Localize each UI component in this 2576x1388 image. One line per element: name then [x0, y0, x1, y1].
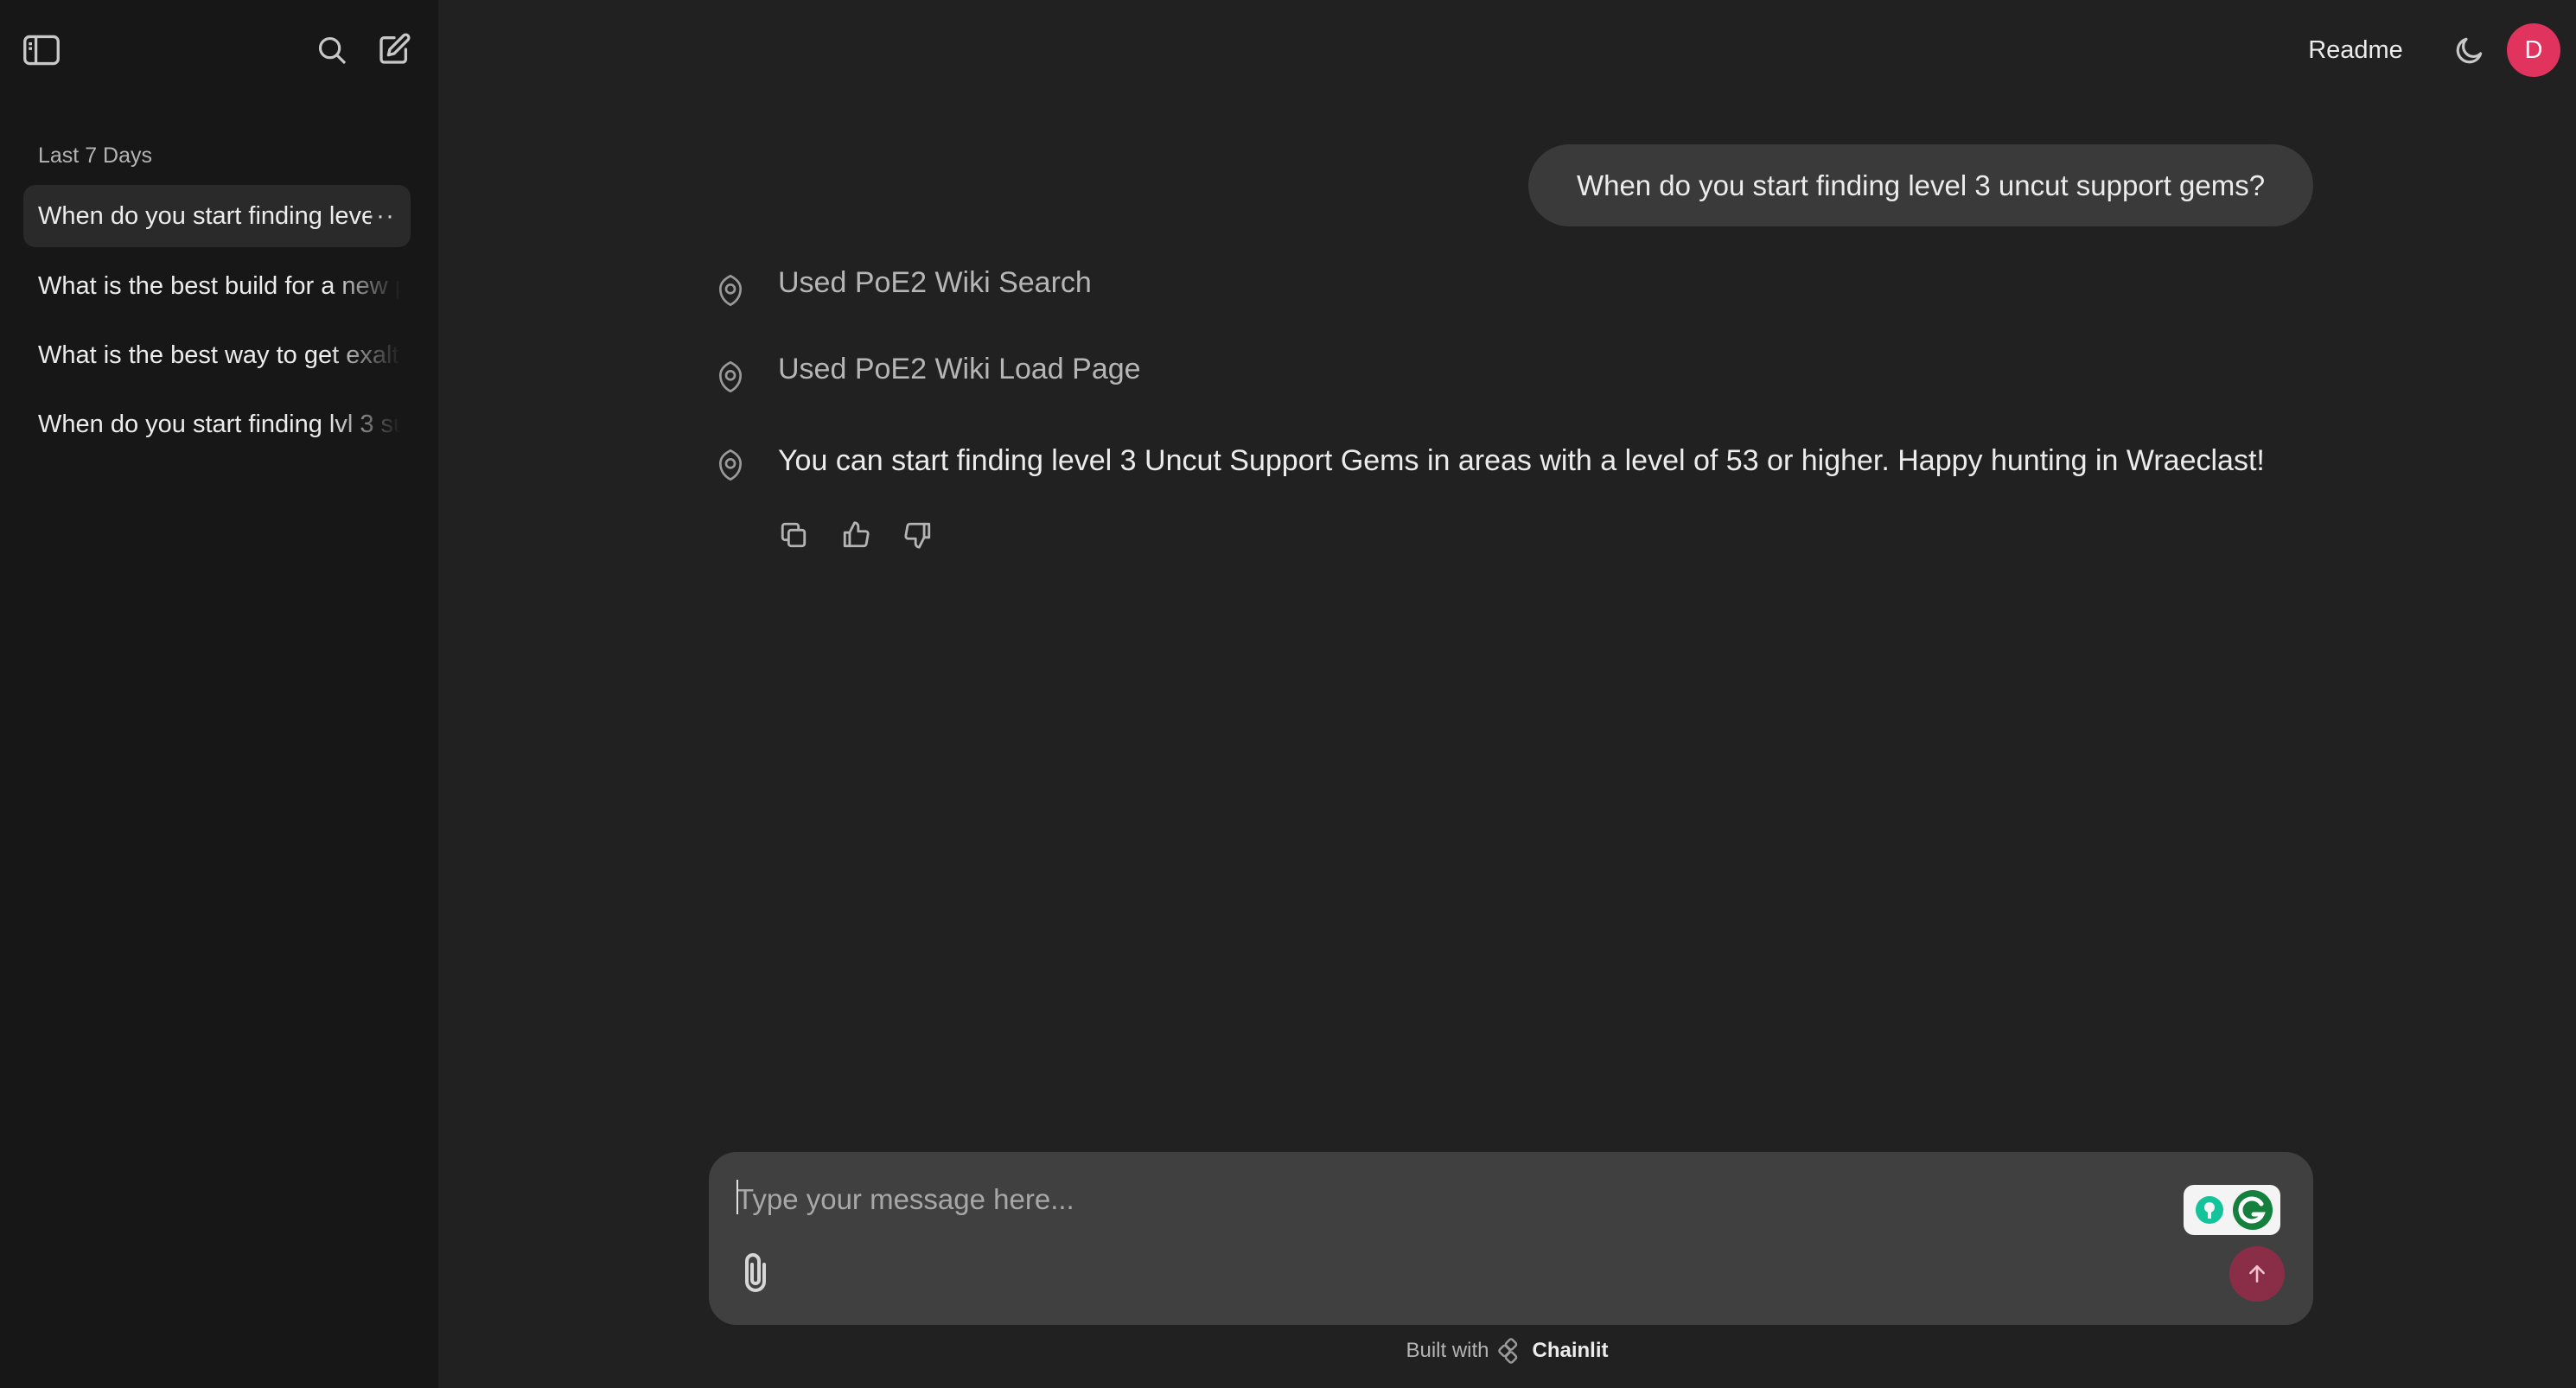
- message-composer: [709, 1152, 2313, 1325]
- thumbs-up-icon[interactable]: [840, 515, 871, 555]
- thread-item[interactable]: What is the best build for a new player?: [23, 255, 411, 317]
- readme-button[interactable]: Readme: [2291, 28, 2420, 73]
- tool-step[interactable]: Used PoE2 Wiki Load Page: [778, 353, 1141, 386]
- assistant-avatar-icon: [718, 360, 743, 393]
- sidebar: Last 7 Days When do you start finding le…: [0, 0, 438, 1388]
- user-avatar[interactable]: D: [2507, 23, 2560, 77]
- thread-item[interactable]: What is the best way to get exalted orbs…: [23, 324, 411, 386]
- section-label-last-7-days: Last 7 Days: [38, 143, 153, 168]
- thread-title: What is the best way to get exalted orbs…: [38, 341, 401, 369]
- built-with-link[interactable]: Built with Chainlit: [1406, 1338, 1609, 1364]
- thread-title: What is the best build for a new player?: [38, 271, 401, 300]
- new-chat-icon[interactable]: [373, 29, 415, 69]
- grammarly-widget[interactable]: [2184, 1185, 2280, 1235]
- user-message: When do you start finding level 3 uncut …: [1528, 144, 2313, 226]
- assistant-avatar-icon: [718, 274, 743, 307]
- tool-step-label: Used PoE2 Wiki Load Page: [778, 353, 1141, 385]
- tool-step-label: Used PoE2 Wiki Search: [778, 266, 1092, 299]
- more-options-icon[interactable]: ···: [367, 201, 395, 231]
- assistant-avatar-icon: [718, 449, 743, 481]
- copy-icon[interactable]: [778, 515, 809, 555]
- attach-file-icon[interactable]: [740, 1251, 775, 1296]
- thread-title: When do you start finding level 3 uncut …: [38, 201, 371, 230]
- theme-toggle-moon-icon[interactable]: [2450, 31, 2490, 69]
- tool-step[interactable]: Used PoE2 Wiki Search: [778, 266, 1092, 300]
- assistant-message: You can start finding level 3 Uncut Supp…: [778, 444, 2265, 477]
- message-input[interactable]: [735, 1173, 2165, 1226]
- footer: Built with Chainlit: [0, 1338, 2576, 1364]
- message-actions: [778, 515, 934, 555]
- send-button[interactable]: [2229, 1246, 2285, 1302]
- thread-item[interactable]: When do you start finding lvl 3 support …: [23, 393, 411, 455]
- thread-item[interactable]: When do you start finding level 3 uncut …: [23, 185, 411, 247]
- sidebar-header: [0, 0, 438, 100]
- text-caret: [736, 1180, 738, 1214]
- chainlit-logo-icon: [1497, 1338, 1517, 1364]
- footer-prefix: Built with: [1406, 1339, 1489, 1362]
- sidebar-toggle-icon[interactable]: [21, 31, 62, 69]
- thumbs-down-icon[interactable]: [902, 515, 934, 555]
- thread-title: When do you start finding lvl 3 support …: [38, 410, 401, 438]
- search-icon[interactable]: [311, 31, 353, 69]
- footer-brand: Chainlit: [1532, 1339, 1609, 1362]
